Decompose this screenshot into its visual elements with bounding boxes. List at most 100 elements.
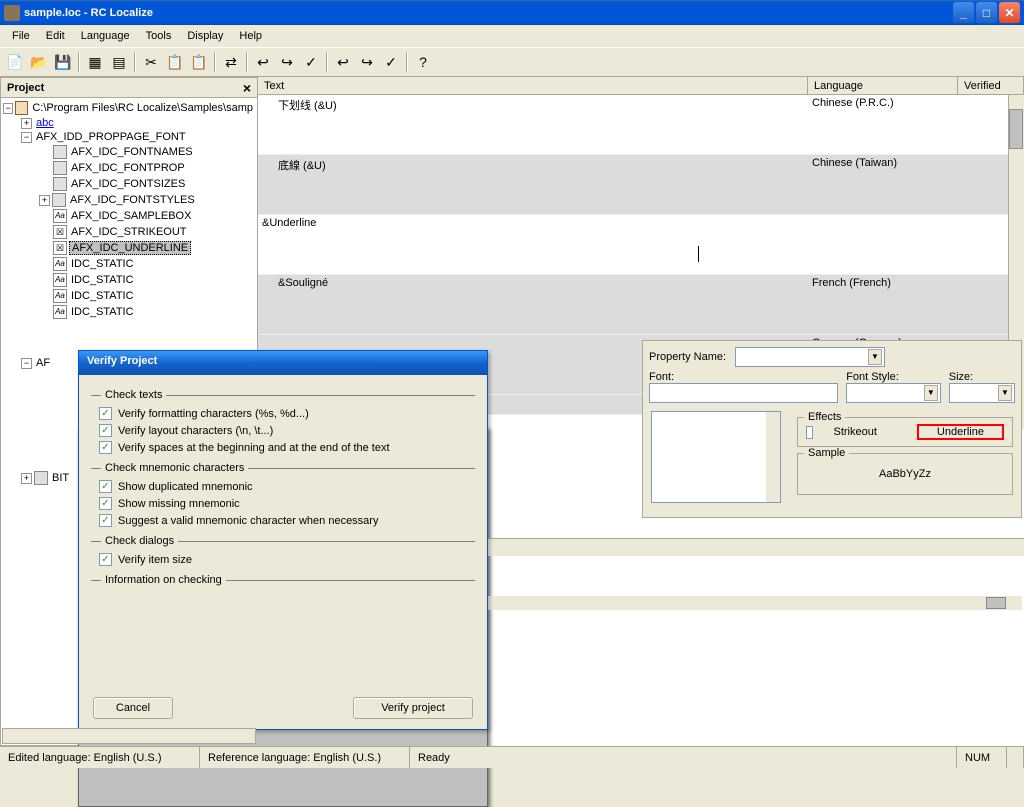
tree-item[interactable]: AFX_IDC_FONTPROP [69,162,187,174]
checkbox-layout[interactable]: ✓ [99,424,112,437]
group-mnemonic: Check mnemonic characters [101,462,248,474]
checkbox-suggest[interactable]: ✓ [99,514,112,527]
cell-text[interactable]: &Underline [258,215,808,274]
tree-item[interactable]: IDC_STATIC [69,258,136,270]
tree-toggle[interactable]: + [21,473,32,484]
separator [134,52,136,72]
tree-toggle[interactable]: − [21,132,32,143]
menu-tools[interactable]: Tools [138,28,180,44]
app-icon [4,5,20,21]
close-button[interactable]: ✕ [999,2,1020,23]
new-icon[interactable]: 📄 [4,51,26,73]
checkbox-spaces[interactable]: ✓ [99,441,112,454]
tree-abc[interactable]: abc [34,117,56,129]
text-icon: Aa [53,209,67,223]
check-icon[interactable]: ✓ [300,51,322,73]
tree-toggle[interactable]: − [21,358,32,369]
project-close-icon[interactable]: × [243,81,251,95]
tree-toggle[interactable]: + [21,118,32,129]
project-hscroll[interactable] [2,728,256,744]
transfer-icon[interactable]: ⇄ [220,51,242,73]
header-text[interactable]: Text [258,77,808,94]
cut-icon[interactable]: ✂ [140,51,162,73]
control-icon [53,161,67,175]
size-combo[interactable]: ▼ [949,383,1015,403]
scroll-thumb[interactable] [1009,109,1023,149]
maximize-button[interactable]: □ [976,2,997,23]
cell-lang: Chinese (Taiwan) [808,155,958,214]
tree-toggle[interactable]: − [3,103,13,114]
tree-item[interactable]: IDC_STATIC [69,306,136,318]
tree-toggle[interactable]: + [39,195,50,206]
tree-item[interactable]: AFX_IDC_FONTNAMES [69,146,195,158]
check2-icon[interactable]: ✓ [380,51,402,73]
nav-prev2-icon[interactable]: ↩ [332,51,354,73]
dropdown-icon[interactable]: ▼ [868,349,882,365]
status-num: NUM [957,747,1007,768]
grid-row-selected[interactable]: &Underline [258,215,1024,275]
tree-item[interactable]: IDC_STATIC [69,274,136,286]
label-layout: Verify layout characters (\n, \t...) [118,425,273,437]
minimize-button[interactable]: _ [953,2,974,23]
effects-legend: Effects [804,411,845,423]
grid-row[interactable]: 底線 (&U)Chinese (Taiwan) [258,155,1024,215]
cancel-button[interactable]: Cancel [93,697,173,719]
nav-next-icon[interactable]: ↪ [276,51,298,73]
verify-dialog: Verify Project Check texts ✓Verify forma… [78,350,488,730]
tree-item[interactable]: IDC_STATIC [69,290,136,302]
fontstyle-combo[interactable]: ▼ [846,383,941,403]
open-icon[interactable]: 📂 [28,51,50,73]
dialog-title[interactable]: Verify Project [79,351,487,375]
help-icon[interactable]: ? [412,51,434,73]
nav-next2-icon[interactable]: ↪ [356,51,378,73]
export-icon[interactable]: ▤ [108,51,130,73]
grid-row[interactable]: 下划线 (&U)Chinese (P.R.C.) [258,95,1024,155]
checkbox-missing[interactable]: ✓ [99,497,112,510]
menu-help[interactable]: Help [231,28,270,44]
grid-row[interactable]: &SoulignéFrench (French) [258,275,1024,335]
menu-display[interactable]: Display [179,28,231,44]
menubar: File Edit Language Tools Display Help [0,25,1024,47]
label-suggest: Suggest a valid mnemonic character when … [118,515,378,527]
tree-item[interactable]: AFX_IDC_FONTSTYLES [68,194,197,206]
tree-item[interactable]: BIT [50,472,71,484]
statusbar: Edited language: English (U.S.) Referenc… [0,746,1024,768]
menu-language[interactable]: Language [73,28,138,44]
tree-item[interactable]: AFX_IDC_STRIKEOUT [69,226,189,238]
tree-item[interactable]: AF [34,357,52,369]
checkbox-itemsize[interactable]: ✓ [99,553,112,566]
text-icon: Aa [53,305,67,319]
strikeout-checkbox[interactable] [806,426,813,439]
tree-item-selected[interactable]: AFX_IDC_UNDERLINE [69,241,191,255]
underline-highlight[interactable]: Underline [917,424,1004,440]
tree-item[interactable]: AFX_IDC_SAMPLEBOX [69,210,193,222]
menu-file[interactable]: File [4,28,38,44]
property-name-combo[interactable]: ▼ [735,347,885,367]
resource-icon[interactable]: ▦ [84,51,106,73]
header-verified[interactable]: Verified [958,77,1024,94]
titlebar[interactable]: sample.loc - RC Localize _ □ ✕ [0,0,1024,25]
dropdown-icon[interactable]: ▼ [998,385,1012,401]
save-icon[interactable]: 💾 [52,51,74,73]
memo-scrollbar[interactable] [766,412,780,502]
nav-prev-icon[interactable]: ↩ [252,51,274,73]
header-language[interactable]: Language [808,77,958,94]
paste-icon[interactable]: 📋 [188,51,210,73]
verify-button[interactable]: Verify project [353,697,473,719]
label-dup: Show duplicated mnemonic [118,481,253,493]
tree-item[interactable]: AFX_IDC_FONTSIZES [69,178,187,190]
checkbox-formatting[interactable]: ✓ [99,407,112,420]
size-label: Size: [949,371,1015,383]
checkbox-dup[interactable]: ✓ [99,480,112,493]
scroll-thumb[interactable] [986,597,1006,609]
label-itemsize: Verify item size [118,554,192,566]
menu-edit[interactable]: Edit [38,28,73,44]
copy-icon[interactable]: 📋 [164,51,186,73]
font-combo[interactable] [649,383,838,403]
separator [246,52,248,72]
dropdown-icon[interactable]: ▼ [924,385,938,401]
tree-root[interactable]: C:\Program Files\RC Localize\Samples\sam… [30,102,255,114]
status-grip [1007,747,1024,768]
memo-area[interactable] [651,411,781,503]
tree-proppage[interactable]: AFX_IDD_PROPPAGE_FONT [34,131,188,143]
